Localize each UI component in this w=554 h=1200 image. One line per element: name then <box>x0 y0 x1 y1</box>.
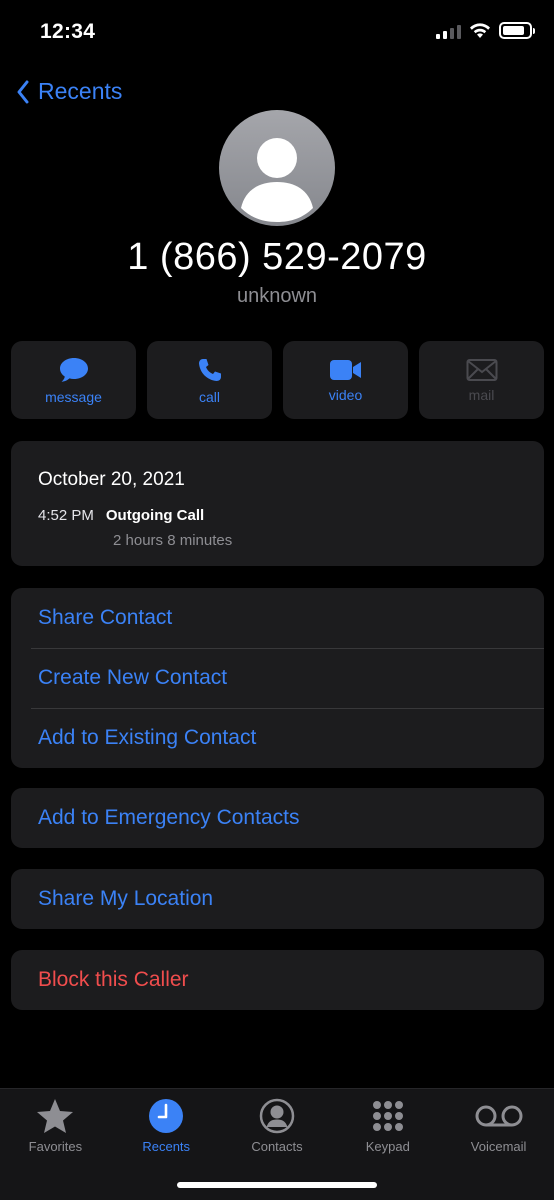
tab-recents-label: Recents <box>142 1139 191 1154</box>
phone-icon <box>198 358 221 381</box>
contact-label: unknown <box>236 285 318 307</box>
add-emergency-contact-button[interactable]: Add to Emergency Contacts <box>11 788 544 848</box>
tab-voicemail-label: Voicemail <box>470 1139 527 1154</box>
keypad-icon <box>372 1101 403 1131</box>
call-history-card: October 20, 2021 4:52 PM Outgoing Call 2… <box>11 441 544 566</box>
block-card: Block this Caller <box>11 950 544 1010</box>
status-bar: 12:34 <box>0 0 554 64</box>
call-duration: 2 hours 8 minutes <box>113 532 233 549</box>
status-time: 12:34 <box>40 20 96 43</box>
tab-keypad-label: Keypad <box>365 1139 410 1154</box>
tab-recents[interactable]: Recents <box>111 1097 222 1154</box>
add-to-existing-contact-button[interactable]: Add to Existing Contact <box>11 708 544 768</box>
person-silhouette-icon <box>241 138 313 222</box>
call-label: call <box>198 388 220 405</box>
call-button[interactable]: call <box>147 341 272 419</box>
person-circle-icon <box>259 1098 295 1134</box>
message-button[interactable]: message <box>11 341 136 419</box>
share-location-button[interactable]: Share My Location <box>11 869 544 929</box>
action-row: message call video mail <box>11 341 544 419</box>
mail-icon <box>466 358 497 381</box>
message-label: message <box>45 388 102 405</box>
create-new-contact-button[interactable]: Create New Contact <box>11 648 544 708</box>
call-type: Outgoing Call <box>105 507 205 524</box>
chevron-left-icon <box>17 80 29 103</box>
mail-button[interactable]: mail <box>419 341 544 419</box>
share-contact-button[interactable]: Share Contact <box>11 588 544 648</box>
back-label: Recents <box>38 78 123 104</box>
tab-favorites[interactable]: Favorites <box>0 1097 111 1154</box>
status-icons <box>436 22 535 39</box>
home-indicator[interactable] <box>177 1182 377 1188</box>
block-caller-button[interactable]: Block this Caller <box>11 950 544 1010</box>
tab-contacts-label: Contacts <box>251 1139 303 1154</box>
battery-icon <box>499 22 535 39</box>
call-entry: 4:52 PM Outgoing Call <box>38 507 517 524</box>
contact-options-card: Share Contact Create New Contact Add to … <box>11 588 544 768</box>
tab-voicemail[interactable]: Voicemail <box>443 1097 554 1154</box>
phone-number: 1 (866) 529-2079 <box>127 236 427 278</box>
wifi-icon <box>470 22 490 38</box>
location-card: Share My Location <box>11 869 544 929</box>
tab-keypad[interactable]: Keypad <box>332 1097 443 1154</box>
video-icon <box>329 359 361 380</box>
mail-label: mail <box>468 386 495 403</box>
video-button[interactable]: video <box>283 341 408 419</box>
star-icon <box>37 1099 74 1133</box>
message-icon <box>59 357 88 382</box>
call-date: October 20, 2021 <box>38 469 185 490</box>
cellular-signal-icon <box>436 23 461 39</box>
clock-icon <box>149 1099 184 1133</box>
back-button[interactable]: Recents <box>16 78 122 105</box>
tab-contacts[interactable]: Contacts <box>222 1097 333 1154</box>
emergency-card: Add to Emergency Contacts <box>11 788 544 848</box>
avatar <box>219 110 335 226</box>
tab-favorites-label: Favorites <box>28 1139 83 1154</box>
voicemail-icon <box>475 1105 523 1127</box>
call-time: 4:52 PM <box>38 507 94 524</box>
video-label: video <box>328 386 363 403</box>
